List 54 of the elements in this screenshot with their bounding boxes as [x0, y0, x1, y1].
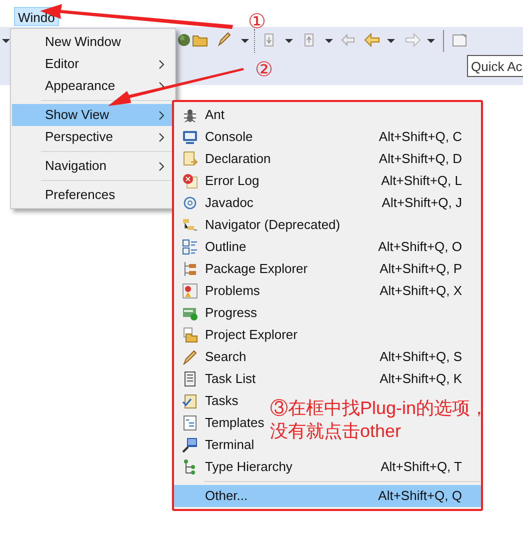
menu-item[interactable]: Show View [12, 104, 174, 126]
maximize-view-icon[interactable] [452, 32, 468, 48]
menu-item[interactable]: Problems Alt+Shift+Q, X [174, 280, 481, 302]
template-icon [182, 415, 198, 431]
pen-icon[interactable] [216, 31, 232, 47]
folder-document-icon [182, 327, 198, 343]
dropdown-caret-icon[interactable] [2, 39, 10, 43]
pen-icon [182, 349, 198, 365]
document-arrow-icon [182, 151, 198, 167]
menu-item[interactable]: Javadoc Alt+Shift+Q, J [174, 192, 481, 214]
outline-icon [182, 239, 198, 255]
menu-item[interactable]: Preferences [12, 184, 174, 206]
menu-item[interactable]: Progress [174, 302, 260, 324]
dropdown-caret-icon[interactable] [285, 39, 293, 43]
problems-icon [182, 283, 198, 299]
menu-item[interactable]: Outline Alt+Shift+Q, O [174, 236, 481, 258]
clipboard-check-icon [182, 393, 198, 409]
menu-item[interactable]: Console Alt+Shift+Q, C [174, 126, 481, 148]
menu-item[interactable]: Type Hierarchy Alt+Shift+Q, T [174, 456, 481, 478]
menu-item[interactable]: Other... Alt+Shift+Q, Q [174, 485, 481, 507]
menu-item[interactable]: Project Explorer [174, 324, 300, 346]
menu-item[interactable]: Task List Alt+Shift+Q, K [174, 368, 481, 390]
list-document-icon [182, 371, 198, 387]
step-number: ② [255, 58, 273, 80]
menu-item[interactable]: Package Explorer Alt+Shift+Q, P [174, 258, 481, 280]
menu-item[interactable]: Declaration Alt+Shift+Q, D [174, 148, 481, 170]
hierarchy-icon [182, 459, 198, 475]
menu-item[interactable]: Ant [174, 104, 227, 126]
back-arrow-icon[interactable] [364, 32, 380, 48]
folder-tree-icon [182, 217, 198, 233]
quick-access-field[interactable]: Quick Ac [467, 55, 523, 77]
progress-icon [182, 305, 198, 321]
menu-item[interactable]: Terminal [174, 434, 256, 456]
dropdown-caret-icon[interactable] [427, 39, 435, 43]
error-icon [182, 173, 198, 189]
annotation-note: ③在框中找Plug-in的选项， [270, 397, 488, 420]
dropdown-caret-icon[interactable] [387, 39, 395, 43]
dropdown-caret-icon[interactable] [241, 39, 249, 43]
menu-item[interactable]: Navigator (Deprecated) [174, 214, 342, 236]
menu-item[interactable]: Search Alt+Shift+Q, S [174, 346, 481, 368]
menu-item[interactable]: New Window [12, 31, 174, 53]
dropdown-caret-icon[interactable] [325, 39, 333, 43]
menu-item[interactable]: Perspective [12, 126, 174, 148]
menu-item[interactable]: Navigation [12, 155, 174, 177]
menu-item[interactable]: Error Log Alt+Shift+Q, L [174, 170, 481, 192]
monitor-icon [182, 129, 198, 145]
step-number: ① [248, 10, 266, 32]
bug-icon [182, 107, 198, 123]
menu-item[interactable]: Editor [12, 53, 174, 75]
annotation-note: 没有就点击other [270, 420, 402, 443]
menu-item[interactable]: Templates [174, 412, 266, 434]
terminal-icon [182, 437, 198, 453]
menu-item[interactable]: Tasks [174, 390, 240, 412]
package-tree-icon [182, 261, 198, 277]
